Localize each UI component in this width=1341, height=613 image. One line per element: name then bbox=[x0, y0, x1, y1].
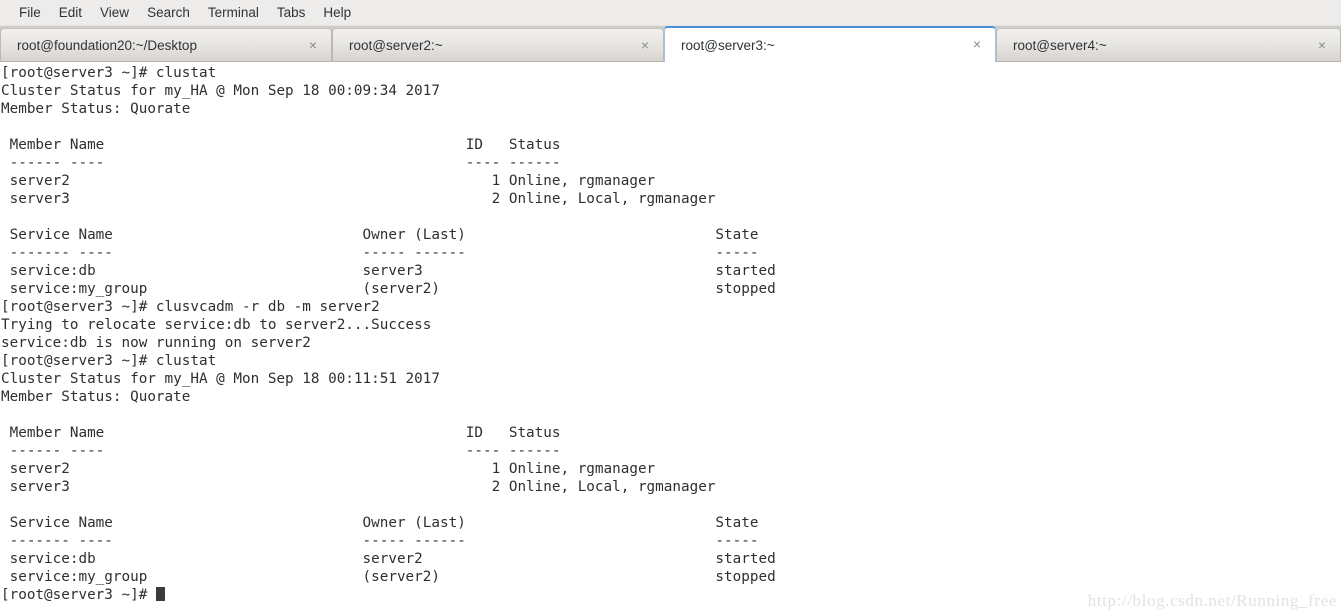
menu-item-tabs[interactable]: Tabs bbox=[268, 0, 315, 25]
terminal-line: Trying to relocate service:db to server2… bbox=[1, 317, 432, 333]
terminal-line: Cluster Status for my_HA @ Mon Sep 18 00… bbox=[1, 371, 440, 387]
tab-label: root@server2:~ bbox=[349, 38, 443, 53]
terminal-line: service:my_group (server2) stopped bbox=[1, 281, 776, 297]
tab-label: root@foundation20:~/Desktop bbox=[17, 38, 197, 53]
terminal-line: service:db is now running on server2 bbox=[1, 335, 311, 351]
terminal-prompt: [root@server3 ~]# bbox=[1, 587, 156, 603]
terminal-prompt-line: [root@server3 ~]# bbox=[1, 586, 1341, 604]
terminal-line: server2 1 Online, rgmanager bbox=[1, 173, 656, 189]
menu-item-file[interactable]: File bbox=[10, 0, 50, 25]
tab-root-foundation20[interactable]: root@foundation20:~/Desktop × bbox=[0, 28, 332, 62]
tab-label: root@server3:~ bbox=[681, 37, 775, 53]
tab-bar: root@foundation20:~/Desktop × root@serve… bbox=[0, 26, 1341, 62]
terminal-line: ------- ---- ----- ------ ----- bbox=[1, 533, 759, 549]
terminal-line: [root@server3 ~]# clusvcadm -r db -m ser… bbox=[1, 299, 380, 315]
terminal-line: [root@server3 ~]# clustat bbox=[1, 65, 217, 81]
terminal-line: service:db server2 started bbox=[1, 551, 776, 567]
menu-item-terminal[interactable]: Terminal bbox=[199, 0, 268, 25]
tab-root-server2[interactable]: root@server2:~ × bbox=[332, 28, 664, 62]
terminal-line: Service Name Owner (Last) State bbox=[1, 227, 759, 243]
menu-item-search[interactable]: Search bbox=[138, 0, 199, 25]
close-icon[interactable]: × bbox=[637, 37, 653, 54]
close-icon[interactable]: × bbox=[305, 37, 321, 54]
terminal-line: service:db server3 started bbox=[1, 263, 776, 279]
terminal-output: [root@server3 ~]# clustat Cluster Status … bbox=[0, 64, 1341, 604]
tab-label: root@server4:~ bbox=[1013, 38, 1107, 53]
terminal-line: ------ ---- ---- ------ bbox=[1, 443, 561, 459]
terminal-line: Member Status: Quorate bbox=[1, 101, 191, 117]
terminal-line: server3 2 Online, Local, rgmanager bbox=[1, 479, 716, 495]
terminal-line: Member Status: Quorate bbox=[1, 389, 191, 405]
terminal-view[interactable]: [root@server3 ~]# clustat Cluster Status … bbox=[0, 62, 1341, 613]
terminal-line: Member Name ID Status bbox=[1, 137, 561, 153]
menu-item-view[interactable]: View bbox=[91, 0, 138, 25]
terminal-line: ------- ---- ----- ------ ----- bbox=[1, 245, 759, 261]
terminal-line: Cluster Status for my_HA @ Mon Sep 18 00… bbox=[1, 83, 440, 99]
tab-root-server3[interactable]: root@server3:~ × bbox=[664, 26, 996, 62]
terminal-line: Service Name Owner (Last) State bbox=[1, 515, 759, 531]
terminal-cursor bbox=[155, 587, 165, 601]
terminal-line: server2 1 Online, rgmanager bbox=[1, 461, 656, 477]
terminal-line: service:my_group (server2) stopped bbox=[1, 569, 776, 585]
menu-bar: File Edit View Search Terminal Tabs Help bbox=[0, 0, 1341, 26]
tab-root-server4[interactable]: root@server4:~ × bbox=[996, 28, 1341, 62]
terminal-line: server3 2 Online, Local, rgmanager bbox=[1, 191, 716, 207]
menu-item-edit[interactable]: Edit bbox=[50, 0, 91, 25]
terminal-line: ------ ---- ---- ------ bbox=[1, 155, 561, 171]
terminal-line: [root@server3 ~]# clustat bbox=[1, 353, 217, 369]
terminal-line: Member Name ID Status bbox=[1, 425, 561, 441]
close-icon[interactable]: × bbox=[1314, 37, 1330, 54]
close-icon[interactable]: × bbox=[969, 37, 985, 53]
menu-item-help[interactable]: Help bbox=[314, 0, 360, 25]
